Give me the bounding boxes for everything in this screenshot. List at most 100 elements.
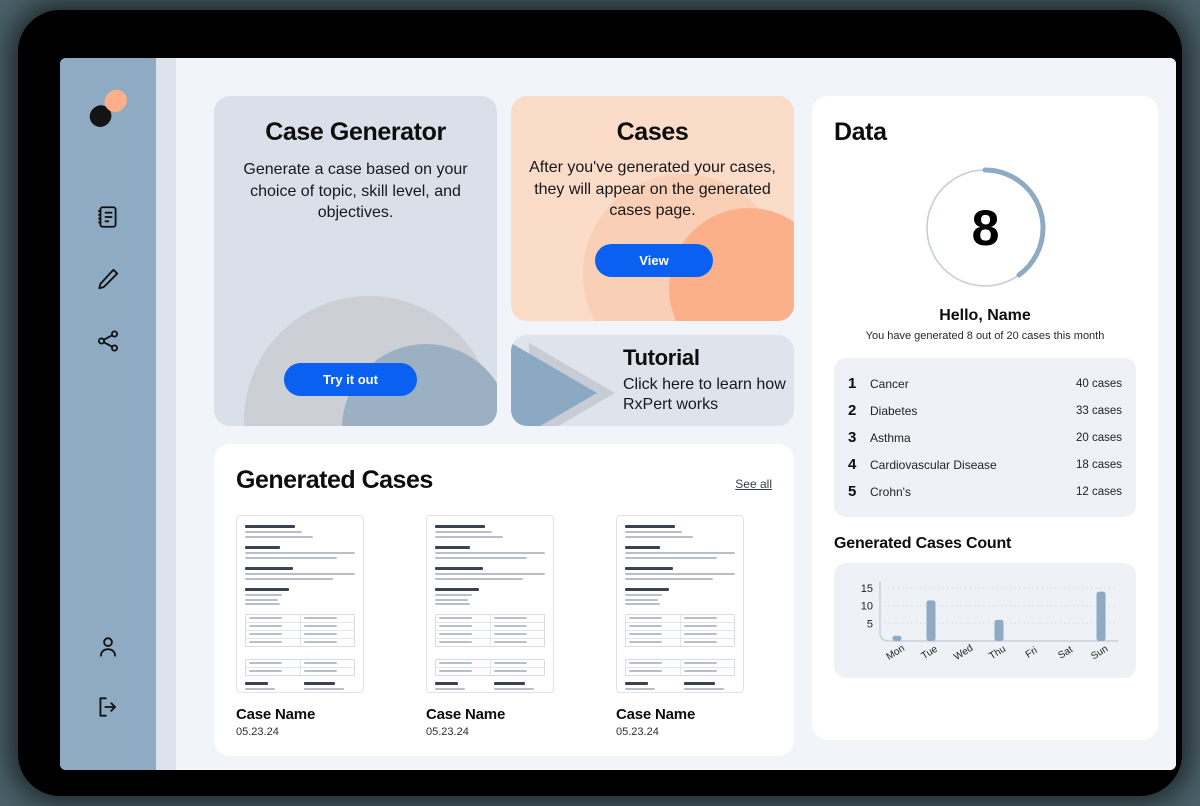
ranking-row: 2 Diabetes 33 cases: [848, 397, 1122, 424]
bar: [926, 600, 936, 641]
x-axis-tick-label: Fri: [1024, 645, 1040, 661]
case-date: 05.23.24: [616, 726, 659, 738]
logout-icon: [99, 697, 116, 717]
sidebar-item-notes[interactable]: [91, 200, 125, 234]
thumb-table: [435, 613, 545, 647]
ranking-number: 1: [848, 375, 857, 392]
ranking-label: Diabetes: [870, 403, 918, 418]
bar: [892, 635, 902, 641]
promo-cards-row: Case Generator Generate a case based on …: [214, 96, 794, 426]
y-axis-tick-label: 5: [867, 618, 873, 630]
case-generator-description: Generate a case based on your choice of …: [243, 161, 468, 222]
thumb-table: [625, 658, 735, 676]
case-generator-card[interactable]: Case Generator Generate a case based on …: [214, 96, 497, 426]
case-card[interactable]: Case Name 05.23.24: [426, 515, 554, 738]
case-name: Case Name: [426, 706, 506, 723]
thumb-table: [245, 658, 355, 676]
ranking-label: Asthma: [870, 430, 911, 445]
ranking-row: 1 Cancer 40 cases: [848, 370, 1122, 397]
tablet-frame: Case Generator Generate a case based on …: [18, 10, 1182, 796]
view-button[interactable]: View: [595, 244, 713, 277]
case-card[interactable]: Case Name 05.23.24: [236, 515, 364, 738]
case-name: Case Name: [616, 706, 696, 723]
sidebar-item-logout[interactable]: [91, 690, 125, 724]
pill-capsule-icon: [89, 89, 127, 127]
ranking-number: 4: [848, 456, 857, 473]
tutorial-description: Click here to learn how RxPert works: [623, 375, 786, 414]
notebook-icon: [98, 206, 117, 228]
x-axis-tick-label: Thu: [987, 644, 1007, 662]
user-icon: [100, 637, 116, 657]
generated-cases-card: Generated Cases See all Case Name 05.23.2…: [214, 444, 794, 756]
case-thumbnail[interactable]: [236, 515, 364, 693]
ranking-row: 3 Asthma 20 cases: [848, 424, 1122, 451]
case-card[interactable]: Case Name 05.23.24: [616, 515, 744, 738]
main-content: Case Generator Generate a case based on …: [176, 58, 1176, 770]
bar: [994, 619, 1004, 641]
donut-value: 8: [971, 200, 1000, 256]
generated-cases-grid: Case Name 05.23.24 Case Name 05.23.24 Case N…: [236, 515, 772, 738]
thumb-table: [245, 613, 355, 647]
play-triangle-icon: [511, 342, 597, 426]
rankings-list: 1 Cancer 40 cases 2 Diabetes 33 cases 3 Asthma 2…: [834, 358, 1136, 517]
ranking-value: 33 cases: [1075, 404, 1122, 417]
try-it-out-button[interactable]: Try it out: [284, 363, 417, 396]
bar-chart: 5 10 15 Mon Tue Wed Thu Fri Sat Sun: [861, 581, 1118, 663]
sidebar-nav: [91, 200, 125, 358]
case-date: 05.23.24: [236, 726, 279, 738]
case-name: Case Name: [236, 706, 316, 723]
ranking-number: 5: [848, 483, 857, 500]
thumb-table: [435, 658, 545, 676]
left-column: Case Generator Generate a case based on …: [214, 96, 794, 756]
ranking-row: 5 Crohn's 12 cases: [848, 478, 1122, 505]
pencil-icon: [98, 268, 119, 290]
data-panel-title: Data: [834, 118, 887, 146]
ranking-value: 18 cases: [1075, 458, 1122, 471]
x-axis-tick-label: Sun: [1089, 644, 1110, 663]
sidebar-item-share[interactable]: [91, 324, 125, 358]
cases-card[interactable]: Cases After you've generated your cases,…: [511, 96, 794, 321]
case-thumbnail[interactable]: [616, 515, 744, 693]
donut-chart: 8: [920, 163, 1050, 293]
right-column: Data 8 Hello, Name You have generated 8 …: [812, 96, 1158, 740]
share-icon: [97, 330, 119, 352]
case-generator-title: Case Generator: [265, 118, 446, 146]
app-screen: Case Generator Generate a case based on …: [60, 58, 1176, 770]
case-thumbnail[interactable]: [426, 515, 554, 693]
generated-cases-header: Generated Cases See all: [236, 466, 772, 495]
cases-title: Cases: [616, 118, 689, 146]
see-all-link[interactable]: See all: [735, 477, 772, 495]
ranking-value: 40 cases: [1075, 377, 1122, 390]
ranking-label: Cancer: [870, 376, 909, 391]
chart-title: Generated Cases Count: [834, 535, 1012, 552]
ranking-number: 3: [848, 429, 857, 446]
ranking-value: 12 cases: [1075, 485, 1122, 498]
data-card: Data 8 Hello, Name You have generated 8 …: [812, 96, 1158, 740]
donut-chart-wrapper: 8: [834, 163, 1136, 293]
y-axis-tick-label: 15: [861, 583, 873, 595]
generated-cases-title: Generated Cases: [236, 466, 433, 494]
tutorial-card[interactable]: Tutorial Click here to learn how RxPert …: [511, 334, 794, 426]
sidebar: [60, 58, 156, 770]
x-axis-tick-label: Sat: [1056, 644, 1075, 661]
ranking-label: Cardiovascular Disease: [870, 457, 997, 472]
sidebar-divider-strip: [156, 58, 176, 770]
summary-text: You have generated 8 out of 20 cases thi…: [865, 330, 1105, 342]
greeting-text: Hello, Name: [939, 307, 1031, 324]
sidebar-item-profile[interactable]: [91, 630, 125, 664]
ranking-label: Crohn's: [870, 484, 911, 499]
ranking-number: 2: [848, 402, 857, 419]
case-date: 05.23.24: [426, 726, 469, 738]
sidebar-item-edit[interactable]: [91, 262, 125, 296]
bar: [1096, 591, 1106, 641]
y-axis-tick-label: 10: [861, 601, 873, 613]
x-axis-tick-label: Wed: [952, 643, 975, 663]
cases-tutorial-stack: Cases After you've generated your cases,…: [511, 96, 794, 426]
cases-description: After you've generated your cases, they …: [529, 159, 776, 220]
tutorial-title: Tutorial: [623, 344, 700, 370]
app-logo[interactable]: [80, 80, 136, 136]
bar-chart-container: 5 10 15 Mon Tue Wed Thu Fri Sat Sun: [834, 563, 1136, 678]
ranking-value: 20 cases: [1075, 431, 1122, 444]
sidebar-bottom-nav: [91, 630, 125, 744]
thumb-table: [625, 613, 735, 647]
